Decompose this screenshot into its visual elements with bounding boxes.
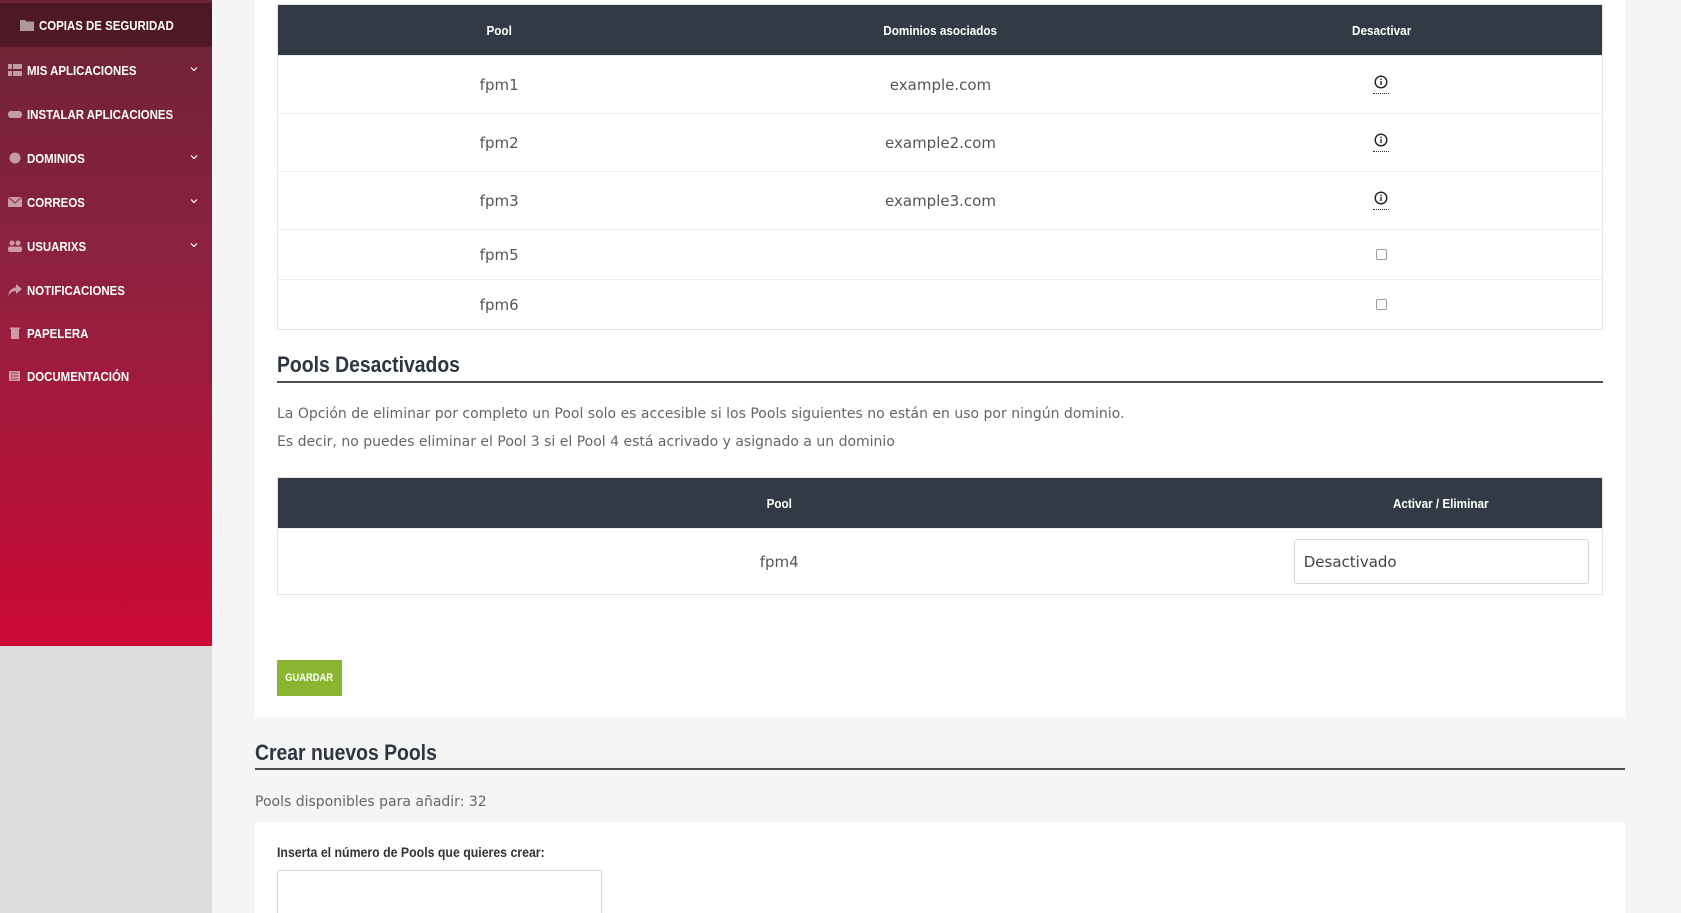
sidebar-item-label: INSTALAR APLICACIONES bbox=[27, 106, 174, 122]
sidebar-item-label: DOMINIOS bbox=[27, 150, 85, 166]
envelope-icon bbox=[8, 196, 22, 207]
sidebar-item-correos[interactable]: CORREOS bbox=[0, 181, 212, 223]
sidebar-item-label: COPIAS DE SEGURIDAD bbox=[39, 17, 174, 33]
pool-name: fpm2 bbox=[479, 133, 519, 152]
sidebar-item-usuarixs[interactable]: USUARIXS bbox=[0, 225, 212, 267]
table-row: fpm3 example3.com bbox=[278, 171, 1602, 229]
deactivated-example-text: Es decir, no puedes eliminar el Pool 3 s… bbox=[277, 434, 895, 450]
table-row: fpm4 Desactivado bbox=[278, 528, 1602, 594]
pool-domain: example3.com bbox=[885, 191, 996, 210]
book-icon bbox=[9, 371, 20, 381]
pool-domain: example2.com bbox=[885, 133, 996, 152]
sidebar-item-dominios[interactable]: DOMINIOS bbox=[0, 137, 212, 179]
sidebar-item-label: NOTIFICACIONES bbox=[27, 282, 125, 298]
apps-grid-icon bbox=[8, 64, 22, 76]
column-header-domains: Dominios asociados bbox=[883, 22, 998, 38]
column-header-activate-delete: Activar / Eliminar bbox=[1393, 495, 1490, 511]
chevron-down-icon bbox=[190, 199, 198, 204]
pool-name: fpm4 bbox=[759, 552, 799, 571]
info-icon[interactable] bbox=[1373, 75, 1390, 94]
table-header: Pool Dominios asociados Desactivar bbox=[278, 5, 1602, 55]
share-arrow-icon bbox=[8, 284, 22, 296]
sidebar-item-copias-de-seguridad[interactable]: COPIAS DE SEGURIDAD bbox=[0, 3, 212, 47]
chevron-down-icon bbox=[190, 155, 198, 160]
chevron-down-icon bbox=[190, 67, 198, 72]
sidebar-item-papelera[interactable]: PAPELERA bbox=[0, 312, 212, 354]
sidebar: COPIAS DE SEGURIDAD MIS APLICACIONES INS… bbox=[0, 0, 212, 913]
table-row: fpm5 bbox=[278, 229, 1602, 279]
table-row: fpm1 example.com bbox=[278, 55, 1602, 113]
activate-delete-select[interactable]: Desactivado bbox=[1293, 539, 1589, 584]
pool-name: fpm6 bbox=[479, 295, 519, 314]
create-pools-title: Crear nuevos Pools bbox=[255, 740, 437, 765]
sidebar-item-label: CORREOS bbox=[27, 194, 85, 210]
deactivated-info-text: La Opción de eliminar por completo un Po… bbox=[277, 406, 1125, 422]
deactivate-checkbox[interactable] bbox=[1375, 249, 1387, 260]
column-header-deactivate: Desactivar bbox=[1351, 22, 1411, 38]
title-divider bbox=[277, 381, 1603, 383]
pool-count-input[interactable] bbox=[277, 870, 602, 913]
table-row: fpm6 bbox=[278, 279, 1602, 329]
sidebar-item-label: PAPELERA bbox=[27, 325, 89, 341]
sidebar-menu: COPIAS DE SEGURIDAD MIS APLICACIONES INS… bbox=[0, 0, 212, 646]
trash-icon bbox=[10, 327, 20, 339]
pool-name: fpm5 bbox=[479, 245, 519, 264]
sidebar-item-label: USUARIXS bbox=[27, 238, 87, 254]
available-pools-text: Pools disponibles para añadir: 32 bbox=[255, 794, 487, 810]
users-icon bbox=[8, 240, 22, 252]
column-header-pool: Pool bbox=[766, 495, 792, 511]
folder-icon bbox=[20, 20, 34, 31]
active-pools-table: Pool Dominios asociados Desactivar fpm1 … bbox=[277, 4, 1603, 330]
deactivate-checkbox[interactable] bbox=[1375, 299, 1387, 310]
globe-icon bbox=[9, 152, 21, 164]
deactivated-pools-title: Pools Desactivados bbox=[277, 352, 460, 377]
info-icon[interactable] bbox=[1373, 133, 1390, 152]
pool-domain: example.com bbox=[889, 75, 992, 94]
column-header-pool: Pool bbox=[486, 22, 512, 38]
sidebar-item-documentacion[interactable]: DOCUMENTACIÓN bbox=[0, 355, 212, 397]
table-header: Pool Activar / Eliminar bbox=[278, 478, 1602, 528]
table-row: fpm2 example2.com bbox=[278, 113, 1602, 171]
sidebar-item-label: MIS APLICACIONES bbox=[27, 62, 137, 78]
pool-name: fpm3 bbox=[479, 191, 519, 210]
gamepad-icon bbox=[8, 111, 22, 118]
info-icon[interactable] bbox=[1373, 191, 1390, 210]
sidebar-item-notificaciones[interactable]: NOTIFICACIONES bbox=[0, 269, 212, 311]
title-divider bbox=[255, 768, 1625, 770]
pool-name: fpm1 bbox=[479, 75, 519, 94]
save-button[interactable]: GUARDAR bbox=[277, 660, 342, 696]
pool-count-label: Inserta el número de Pools que quieres c… bbox=[277, 844, 545, 860]
sidebar-item-instalar-aplicaciones[interactable]: INSTALAR APLICACIONES bbox=[0, 93, 212, 135]
deactivated-pools-table: Pool Activar / Eliminar fpm4 Desactivado bbox=[277, 477, 1603, 595]
sidebar-item-mis-aplicaciones[interactable]: MIS APLICACIONES bbox=[0, 49, 212, 91]
chevron-down-icon bbox=[190, 243, 198, 248]
sidebar-item-label: DOCUMENTACIÓN bbox=[27, 368, 130, 384]
